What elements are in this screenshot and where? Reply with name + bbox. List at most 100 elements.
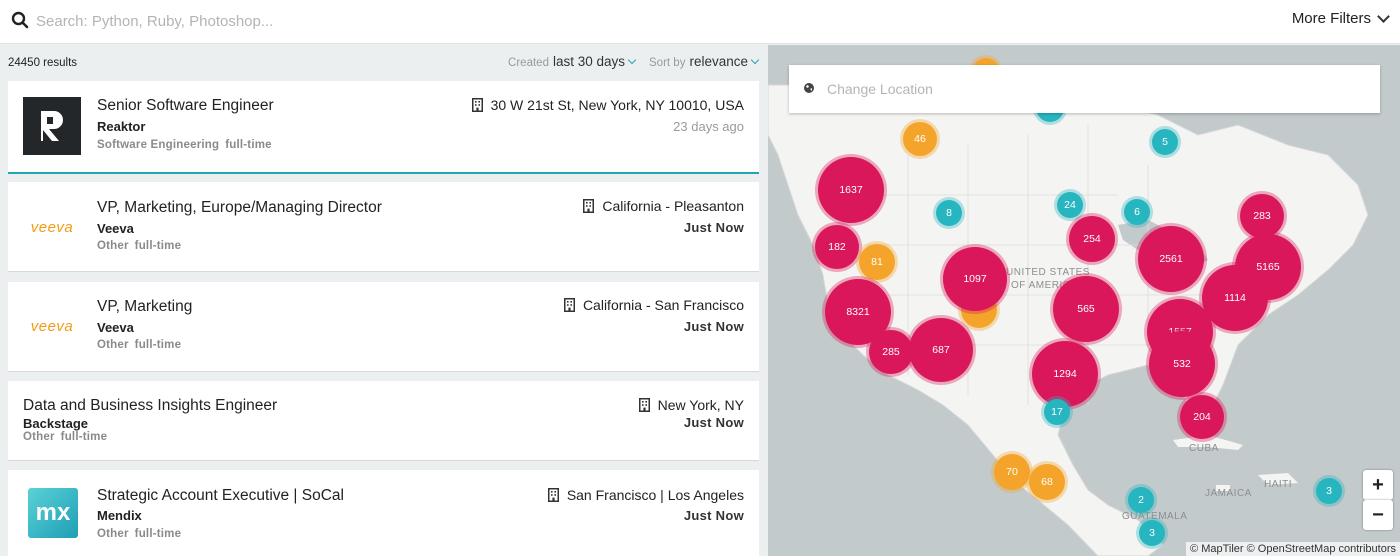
results-count: 24450 results (8, 57, 78, 69)
job-type: full-time (134, 240, 182, 252)
map-cluster[interactable]: 70 (994, 454, 1030, 490)
job-category: Other (23, 431, 55, 443)
map-cluster[interactable]: 81 (859, 244, 895, 280)
company-name: Mendix (97, 508, 142, 523)
mendix-logo: mx (28, 488, 78, 538)
posted-time: Just Now (683, 319, 744, 334)
job-type: full-time (134, 339, 182, 351)
map-cluster[interactable]: 46 (903, 122, 937, 156)
company-name: Reaktor (97, 119, 146, 134)
location-text: New York, NY (657, 397, 744, 413)
map-cluster[interactable]: 687 (909, 318, 973, 382)
posted-time: 23 days ago (673, 119, 744, 134)
search-icon[interactable] (11, 11, 29, 29)
more-filters-button[interactable]: More Filters (1292, 9, 1390, 27)
sort-controls: Created last 30 days Sort by relevance (508, 54, 760, 69)
map-cluster[interactable]: 2 (1128, 487, 1154, 513)
job-type: full-time (225, 139, 272, 151)
building-icon (547, 488, 559, 502)
created-prefix: Created (508, 57, 549, 69)
map-cluster[interactable]: 285 (869, 330, 913, 374)
job-title[interactable]: Strategic Account Executive | SoCal (97, 487, 344, 505)
location-text: California - Pleasanton (602, 198, 744, 214)
map-cluster[interactable]: 2561 (1138, 226, 1204, 292)
job-location: California - Pleasanton (583, 198, 744, 214)
building-icon (638, 398, 650, 412)
map-label-haiti: HAITI (1264, 479, 1293, 490)
map-attribution[interactable]: © MapTiler © OpenStreetMap contributors (1186, 542, 1400, 556)
map-cluster[interactable]: 5 (1152, 129, 1178, 155)
job-tags: Other full-time (97, 240, 181, 252)
map-cluster[interactable]: 565 (1053, 276, 1119, 342)
job-category: Software Engineering (97, 139, 220, 151)
map-cluster[interactable]: 254 (1069, 216, 1115, 262)
top-search-bar: More Filters (0, 0, 1400, 44)
location-text: California - San Francisco (582, 297, 744, 313)
chevron-down-icon (627, 55, 637, 65)
map-cluster[interactable]: 3 (1139, 520, 1165, 546)
job-tags: Other full-time (97, 339, 181, 351)
map-cluster[interactable]: 182 (815, 225, 859, 269)
reaktor-logo (23, 97, 81, 155)
search-input[interactable] (36, 8, 936, 34)
job-tags: Software Engineering full-time (97, 139, 272, 151)
job-tags: Other full-time (23, 431, 107, 443)
created-filter[interactable]: Created last 30 days (508, 54, 637, 69)
job-category: Other (97, 240, 129, 252)
map-cluster[interactable]: 24 (1057, 192, 1083, 218)
job-card[interactable]: Data and Business Insights Engineer Back… (8, 381, 759, 461)
sort-prefix: Sort by (649, 57, 686, 69)
job-type: full-time (60, 431, 108, 443)
company-name: Veeva (97, 320, 134, 335)
map-cluster[interactable]: 1114 (1202, 265, 1268, 331)
job-card[interactable]: mx Strategic Account Executive | SoCal M… (8, 470, 759, 556)
job-location: San Francisco | Los Angeles (547, 487, 744, 503)
job-card[interactable]: veeva VP, Marketing, Europe/Managing Dir… (8, 182, 759, 272)
job-card[interactable]: veeva VP, Marketing Veeva Other full-time… (8, 282, 759, 372)
veeva-logo: veeva (23, 297, 81, 355)
map-cluster[interactable]: 8 (936, 200, 962, 226)
map-cluster[interactable]: 1637 (818, 157, 884, 223)
map-cluster[interactable]: 17 (1044, 399, 1070, 425)
change-location-input[interactable] (827, 77, 1357, 101)
job-title[interactable]: Data and Business Insights Engineer (23, 397, 277, 415)
zoom-in-button[interactable]: + (1363, 470, 1393, 500)
created-value: last 30 days (552, 54, 626, 69)
building-icon (563, 298, 575, 312)
map-cluster[interactable]: 6 (1124, 199, 1150, 225)
location-text: 30 W 21st St, New York, NY 10010, USA (490, 97, 744, 113)
globe-icon (804, 83, 814, 93)
reaktor-r-icon (41, 111, 63, 141)
job-title[interactable]: Senior Software Engineer (97, 97, 274, 115)
building-icon (471, 98, 483, 112)
zoom-out-button[interactable]: − (1363, 500, 1393, 530)
map-cluster[interactable]: 532 (1149, 331, 1215, 397)
map-cluster[interactable]: 1097 (943, 247, 1007, 311)
building-icon (583, 199, 595, 213)
veeva-logo-text: veeva (30, 317, 74, 335)
chevron-down-icon (750, 55, 760, 65)
map-cluster[interactable]: 204 (1180, 395, 1224, 439)
map-cluster[interactable]: 3 (1316, 478, 1342, 504)
posted-time: Just Now (683, 220, 744, 235)
job-category: Other (97, 339, 129, 351)
veeva-logo-text: veeva (30, 218, 74, 236)
job-map[interactable]: UNITED STATES OF AMERICA CUBA JAMAICA HA… (768, 45, 1400, 556)
map-cluster[interactable]: 68 (1029, 464, 1065, 500)
job-location: 30 W 21st St, New York, NY 10010, USA (471, 97, 744, 113)
posted-time: Just Now (683, 415, 744, 430)
map-cluster[interactable]: 283 (1240, 194, 1284, 238)
location-text: San Francisco | Los Angeles (566, 487, 744, 503)
job-location: New York, NY (638, 397, 744, 413)
sort-value: relevance (689, 54, 748, 69)
results-panel: 24450 results Created last 30 days Sort b… (0, 45, 768, 556)
sort-dropdown[interactable]: Sort by relevance (649, 54, 760, 69)
company-name: Veeva (97, 221, 134, 236)
job-title[interactable]: VP, Marketing, Europe/Managing Director (97, 199, 382, 217)
map-cluster[interactable]: 1294 (1032, 341, 1098, 407)
job-card[interactable]: Senior Software Engineer Reaktor Softwar… (8, 81, 759, 174)
change-location-box (789, 65, 1380, 113)
job-location: California - San Francisco (563, 297, 744, 313)
map-label-jamaica: JAMAICA (1205, 488, 1252, 499)
job-title[interactable]: VP, Marketing (97, 298, 192, 316)
